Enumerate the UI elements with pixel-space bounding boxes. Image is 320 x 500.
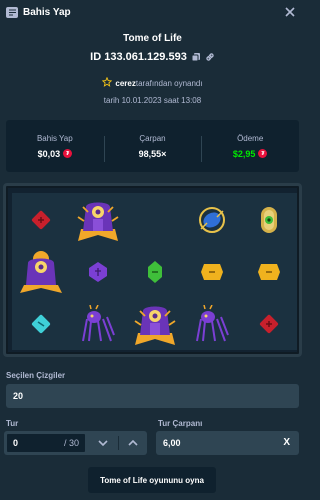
rounds-field: 0 / 30 — [4, 431, 147, 455]
reel-3 — [126, 193, 183, 350]
played-by-text: tarafından oynandı — [135, 78, 203, 88]
rounds-label: Tur — [6, 419, 19, 428]
bet-stats-panel: Bahis Yap $0,03 ₮ Çarpan 98,55× Ödeme $2,… — [6, 120, 299, 172]
chevron-down-icon — [98, 440, 108, 446]
bet-id: ID 133.061.129.593 — [90, 51, 187, 63]
purple-spider-icon — [195, 305, 229, 342]
slot-symbol-red-rune — [240, 298, 297, 350]
reel-5 — [240, 193, 297, 350]
stat-bet: Bahis Yap $0,03 ₮ — [6, 134, 104, 159]
reel-2 — [69, 193, 126, 350]
rounds-input[interactable]: 0 / 30 — [5, 432, 87, 454]
slot-symbol-blue-scarab — [183, 194, 240, 246]
blue-scarab-icon — [198, 207, 225, 233]
lines-value: 20 — [13, 391, 24, 401]
currency-coin-icon: ₮ — [63, 149, 73, 158]
lines-field: 20 — [6, 384, 299, 408]
slot-symbol-red-rune — [12, 194, 69, 246]
reel-1 — [12, 193, 69, 350]
slot-symbol-green-rune — [126, 246, 183, 298]
book-wild-icon — [77, 202, 118, 241]
stat-payout: Ödeme $2,95 ₮ — [201, 133, 299, 162]
slot-symbol-yellow-rune — [183, 246, 240, 298]
book-wild-icon — [134, 306, 175, 345]
blue-rune-icon — [31, 314, 50, 334]
slot-symbol-scatter-book — [12, 246, 69, 298]
player-name[interactable]: cerez — [115, 79, 135, 88]
slot-symbol-green-amulet — [240, 194, 297, 246]
yellow-rune-icon — [257, 264, 280, 280]
red-rune-icon — [259, 314, 278, 334]
played-by: cereztarafından oynandı — [0, 76, 305, 89]
clear-multiplier-button[interactable]: X — [283, 437, 290, 448]
green-rune-icon — [147, 261, 162, 283]
slot-symbol-empty — [126, 194, 183, 246]
slot-board — [3, 183, 302, 357]
stat-multiplier-label: Çarpan — [139, 133, 166, 143]
stat-multiplier-value: 98,55× — [138, 148, 167, 159]
game-title[interactable]: Tome of Life — [0, 33, 305, 44]
bet-id-row: ID 133.061.129.593 — [0, 51, 305, 63]
star-icon — [102, 76, 113, 89]
rounds-value: 0 — [13, 438, 19, 448]
round-multiplier-value: 6,00 — [163, 438, 181, 448]
modal-title: Bahis Yap — [23, 6, 71, 18]
yellow-rune-icon — [200, 264, 223, 280]
round-multiplier-field[interactable]: 6,00 X — [156, 431, 299, 455]
slot-symbol-book-wild — [69, 194, 126, 246]
decrease-rounds-button[interactable] — [88, 432, 118, 454]
round-multiplier-label: Tur Çarpanı — [158, 419, 203, 428]
bet-date: tarih 10.01.2023 saat 13:08 — [103, 96, 202, 105]
play-game-button[interactable]: Tome of Life oyununu oyna — [88, 467, 216, 493]
slot-symbol-blue-rune — [12, 298, 69, 350]
chevron-up-icon — [128, 440, 138, 446]
currency-coin-icon: ₮ — [258, 149, 268, 158]
stat-payout-label: Ödeme — [237, 133, 264, 143]
increase-rounds-button[interactable] — [118, 432, 148, 454]
lines-label: Seçilen Çizgiler — [6, 371, 66, 380]
copy-icon[interactable] — [191, 52, 201, 62]
slot-symbol-book-wild — [126, 298, 183, 350]
purple-spider-icon — [81, 305, 115, 342]
bet-slip-icon — [6, 6, 18, 18]
scatter-book-icon — [19, 251, 62, 293]
stat-multiplier: Çarpan 98,55× — [103, 133, 202, 162]
modal-header: Bahis Yap — [0, 0, 305, 24]
close-icon[interactable] — [282, 4, 298, 20]
link-icon[interactable] — [205, 52, 215, 62]
stat-bet-value: $0,03 — [37, 148, 61, 159]
slot-symbol-yellow-rune — [240, 246, 297, 298]
red-rune-icon — [31, 210, 50, 230]
slot-symbol-purple-spider — [183, 298, 240, 350]
slot-symbol-purple-rune — [69, 246, 126, 298]
green-amulet-icon — [260, 207, 277, 233]
rounds-total: / 30 — [63, 438, 79, 448]
stat-bet-label: Bahis Yap — [36, 133, 73, 143]
slot-symbol-purple-spider — [69, 298, 126, 350]
purple-rune-icon — [88, 262, 107, 282]
reel-4 — [183, 193, 240, 350]
stat-payout-value: $2,95 — [232, 148, 256, 159]
